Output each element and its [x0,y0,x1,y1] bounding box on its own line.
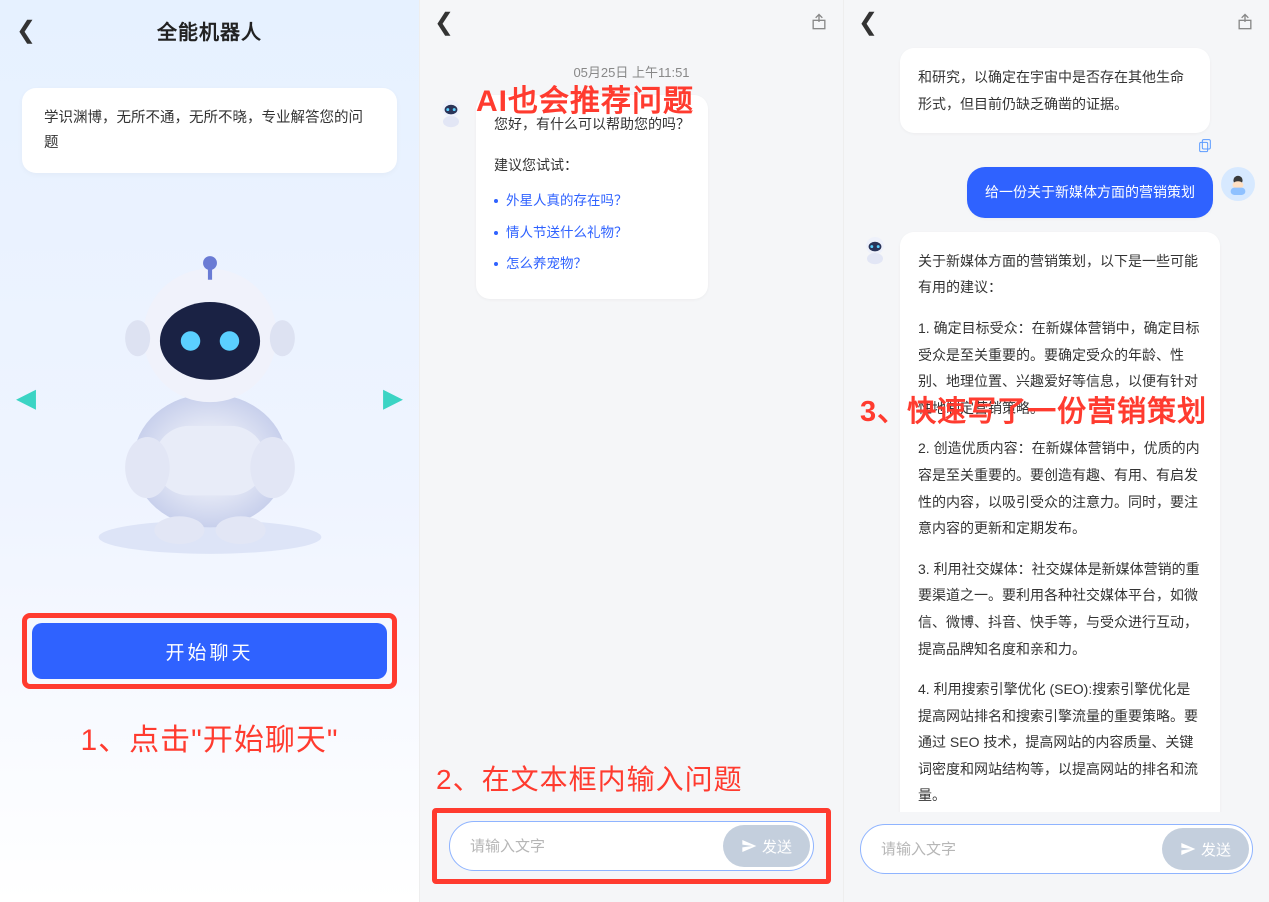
chat-input[interactable] [470,838,723,855]
reply-point-2: 2. 创造优质内容：在新媒体营销中，优质的内容是至关重要的。要创造有趣、有用、有… [918,435,1202,541]
send-icon [1180,841,1196,857]
user-message-row: 给一份关于新媒体方面的营销策划 [858,167,1255,218]
annotation-3: 3、快速写了一份营销策划 [860,388,1207,430]
bot-reply-bubble: 关于新媒体方面的营销策划，以下是一些可能有用的建议： 1. 确定目标受众：在新媒… [900,232,1220,812]
start-button-highlight: 开始聊天 [22,613,397,689]
chat-input[interactable] [881,841,1162,858]
chat-screen-suggestions: ❮ 05月25日 上午11:51 您好，有什么可以帮助您的吗？ 建议您试试： 外… [420,0,844,902]
reply-point-4: 4. 利用搜索引擎优化 (SEO):搜索引擎优化是提高网站排名和搜索引擎流量的重… [918,676,1202,809]
suggestion-header: 建议您试试： [494,152,690,179]
chat-input-box: 发送 [449,821,814,871]
robot-image [70,238,350,558]
suggestion-item[interactable]: 情人节送什么礼物？ [494,220,690,246]
bot-greeting-bubble: 您好，有什么可以帮助您的吗？ 建议您试试： 外星人真的存在吗？ 情人节送什么礼物… [476,95,708,299]
intro-screen: ❮ 全能机器人 学识渊博，无所不通，无所不晓，专业解答您的问题 ◀ ▶ 开始聊天… [0,0,420,902]
annotation-top: AI也会推荐问题 [476,76,694,120]
annotation-1: 1、点击"开始聊天" [0,715,419,759]
back-icon[interactable]: ❮ [434,8,454,37]
chat-screen-reply: ❮ 和研究，以确定在宇宙中是否存在其他生命形式，但目前仍缺乏确凿的证据。 给一份… [844,0,1269,902]
annotation-2: 2、在文本框内输入问题 [436,758,827,798]
copy-icon[interactable] [1197,137,1213,153]
user-avatar [1221,167,1255,201]
start-chat-button[interactable]: 开始聊天 [32,623,387,679]
chat-input-box: 发送 [860,824,1253,874]
intro-text: 学识渊博，无所不通，无所不晓，专业解答您的问题 [22,88,397,173]
send-button[interactable]: 发送 [1162,828,1249,870]
user-message-bubble: 给一份关于新媒体方面的营销策划 [967,167,1213,218]
share-icon[interactable] [809,12,829,32]
robot-illustration: ◀ ▶ [0,213,419,583]
bot-avatar [858,232,892,266]
bot-message-row: 您好，有什么可以帮助您的吗？ 建议您试试： 外星人真的存在吗？ 情人节送什么礼物… [434,95,829,299]
share-icon[interactable] [1235,12,1255,32]
back-icon[interactable]: ❮ [858,8,878,37]
carousel-right-icon[interactable]: ▶ [383,383,403,414]
bot-partial-bubble: 和研究，以确定在宇宙中是否存在其他生命形式，但目前仍缺乏确凿的证据。 [900,48,1210,133]
reply-point-3: 3. 利用社交媒体：社交媒体是新媒体营销的重要渠道之一。要利用各种社交媒体平台，… [918,556,1202,662]
send-button[interactable]: 发送 [723,825,810,867]
back-icon[interactable]: ❮ [16,16,36,45]
suggestion-item[interactable]: 外星人真的存在吗？ [494,188,690,214]
carousel-left-icon[interactable]: ◀ [16,383,36,414]
bot-message-row: 关于新媒体方面的营销策划，以下是一些可能有用的建议： 1. 确定目标受众：在新媒… [858,232,1255,812]
reply-intro: 关于新媒体方面的营销策划，以下是一些可能有用的建议： [918,248,1202,301]
input-highlight: 发送 [432,808,831,884]
bot-message-row: 和研究，以确定在宇宙中是否存在其他生命形式，但目前仍缺乏确凿的证据。 [858,48,1255,133]
page-title: 全能机器人 [157,16,262,45]
suggestion-item[interactable]: 怎么养宠物？ [494,251,690,277]
send-icon [741,838,757,854]
bot-avatar [434,95,468,129]
